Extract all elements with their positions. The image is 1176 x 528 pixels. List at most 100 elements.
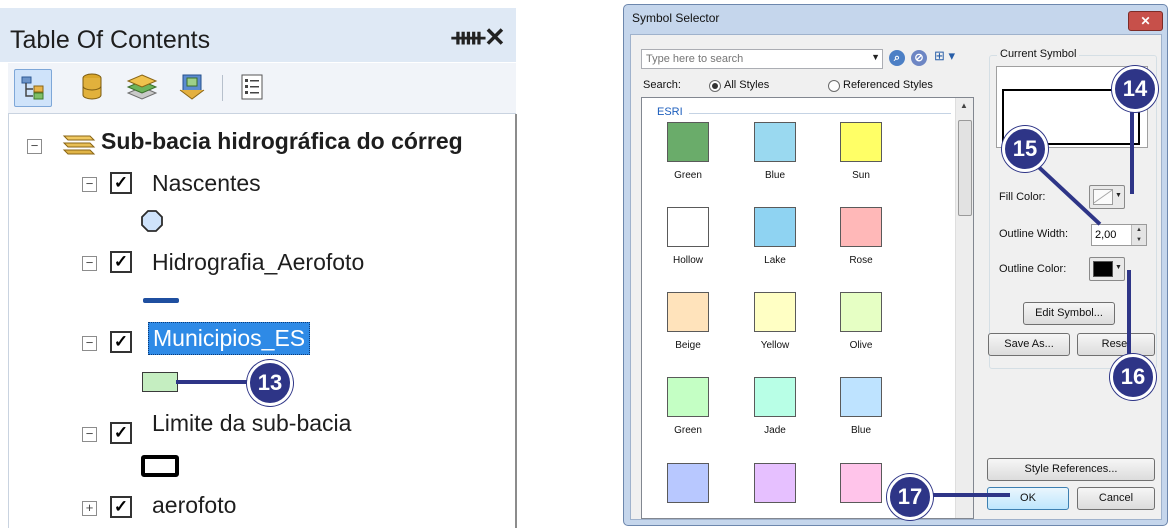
- radio-referenced-styles-label[interactable]: Referenced Styles: [843, 79, 933, 91]
- chevron-down-icon: ▼: [1115, 264, 1122, 271]
- fill-color-button[interactable]: ▼: [1089, 185, 1125, 209]
- symbol-swatch[interactable]: [840, 292, 882, 332]
- toolbar-separator: [222, 75, 223, 101]
- line-symbol-icon[interactable]: [143, 298, 179, 303]
- cancel-button[interactable]: Cancel: [1077, 487, 1155, 510]
- layer-visibility-checkbox[interactable]: ✓: [110, 422, 132, 444]
- symbol-swatch-label: Rose: [849, 255, 873, 266]
- search-input[interactable]: [642, 50, 864, 68]
- symbol-swatch-label: Green: [674, 425, 702, 436]
- list-by-drawing-order-icon[interactable]: [14, 69, 52, 107]
- outline-width-input[interactable]: [1092, 225, 1134, 245]
- layer-visibility-checkbox[interactable]: ✓: [110, 331, 132, 353]
- data-frame-collapse-button[interactable]: −: [27, 139, 42, 154]
- symbol-swatch-label: Hollow: [672, 255, 703, 266]
- style-references-button[interactable]: Style References...: [987, 458, 1155, 481]
- symbol-swatch[interactable]: [754, 207, 796, 247]
- radio-referenced-styles[interactable]: [828, 80, 840, 92]
- symbol-swatch[interactable]: [840, 377, 882, 417]
- list-by-source-icon[interactable]: [74, 69, 110, 105]
- polygon-outline-symbol-icon[interactable]: [141, 455, 179, 477]
- layer-expand-button[interactable]: +: [82, 501, 97, 516]
- scrollbar-thumb[interactable]: [958, 120, 972, 216]
- symbol-swatch[interactable]: [754, 377, 796, 417]
- symbol-swatch[interactable]: [840, 122, 882, 162]
- clear-search-icon[interactable]: ⊘: [911, 50, 927, 66]
- symbol-swatch-label: Sun: [852, 170, 870, 181]
- layer-visibility-checkbox[interactable]: ✓: [110, 172, 132, 194]
- dialog-close-button[interactable]: ✕: [1128, 11, 1163, 31]
- point-symbol-icon[interactable]: [141, 210, 163, 237]
- gallery-scrollbar[interactable]: ▲: [955, 98, 973, 518]
- callout-13: 13: [247, 360, 293, 406]
- search-icon[interactable]: ⌕: [889, 50, 905, 66]
- outline-width-label: Outline Width:: [999, 228, 1069, 240]
- symbol-swatch[interactable]: [667, 292, 709, 332]
- fill-color-label: Fill Color:: [999, 191, 1046, 203]
- layer-visibility-checkbox[interactable]: ✓: [110, 251, 132, 273]
- outline-color-swatch: [1093, 261, 1113, 277]
- ok-button[interactable]: OK: [987, 487, 1069, 510]
- reset-button[interactable]: Reset: [1077, 333, 1155, 356]
- callout-14: 14: [1112, 66, 1158, 112]
- symbol-swatch-label: Olive: [849, 340, 873, 351]
- radio-all-styles-label[interactable]: All Styles: [724, 79, 769, 91]
- save-as-button[interactable]: Save As...: [988, 333, 1070, 356]
- search-label: Search:: [643, 79, 681, 91]
- callout-15: 15: [1002, 126, 1048, 172]
- symbol-swatch[interactable]: [840, 463, 882, 503]
- symbol-swatch[interactable]: [840, 207, 882, 247]
- toc-title-bar: Table Of Contents ᚔ ✕: [0, 8, 516, 62]
- symbol-swatch[interactable]: [754, 463, 796, 503]
- edit-symbol-button[interactable]: Edit Symbol...: [1023, 302, 1115, 325]
- layer-visibility-checkbox[interactable]: ✓: [110, 496, 132, 518]
- outline-color-label: Outline Color:: [999, 263, 1067, 275]
- layer-name-nascentes[interactable]: Nascentes: [152, 170, 261, 197]
- outline-color-button[interactable]: ▼: [1089, 257, 1125, 281]
- pin-icon[interactable]: ᚔ: [452, 23, 485, 52]
- layer-collapse-button[interactable]: −: [82, 427, 97, 442]
- no-color-swatch-icon: [1093, 189, 1113, 205]
- gallery-group-divider: [689, 113, 951, 114]
- symbol-swatch[interactable]: [667, 463, 709, 503]
- symbol-swatch-label: Lake: [764, 255, 786, 266]
- symbol-swatch[interactable]: [667, 377, 709, 417]
- layer-collapse-button[interactable]: −: [82, 256, 97, 271]
- outline-width-spinner[interactable]: ▲ ▼: [1131, 225, 1146, 245]
- layers-stack-icon: [60, 128, 96, 163]
- polygon-fill-symbol-icon[interactable]: [142, 372, 178, 392]
- data-frame-label[interactable]: Sub-bacia hidrográfica do córreg: [101, 128, 509, 155]
- close-icon[interactable]: ✕: [484, 22, 506, 53]
- view-options-icon[interactable]: ⊞ ▾: [934, 48, 955, 64]
- layer-collapse-button[interactable]: −: [82, 177, 97, 192]
- callout-13-leader: [176, 380, 250, 384]
- gallery-group-label: ESRI: [657, 106, 683, 118]
- chevron-down-icon[interactable]: ▼: [871, 52, 880, 62]
- layer-name-limite[interactable]: Limite da sub-bacia: [152, 410, 351, 437]
- symbol-swatch[interactable]: [667, 207, 709, 247]
- symbol-swatch[interactable]: [667, 122, 709, 162]
- current-symbol-label: Current Symbol: [997, 48, 1080, 60]
- callout-16-leader: [1127, 270, 1131, 362]
- symbol-swatch-label: Green: [674, 170, 702, 181]
- list-by-visibility-icon[interactable]: [124, 69, 160, 105]
- layer-name-hidrografia[interactable]: Hidrografia_Aerofoto: [152, 249, 364, 276]
- list-by-selection-icon[interactable]: [174, 69, 210, 105]
- chevron-down-icon: ▼: [1115, 192, 1122, 199]
- scroll-up-icon[interactable]: ▲: [960, 101, 968, 110]
- layer-collapse-button[interactable]: −: [82, 336, 97, 351]
- symbol-swatch[interactable]: [754, 122, 796, 162]
- toc-toolbar: [8, 63, 516, 114]
- layer-name-aerofoto[interactable]: aerofoto: [152, 492, 236, 519]
- symbol-swatch[interactable]: [754, 292, 796, 332]
- options-icon[interactable]: [234, 69, 270, 105]
- radio-all-styles[interactable]: [709, 80, 721, 92]
- symbol-selector-dialog: Symbol Selector ✕ ▼ ⌕ ⊘ ⊞ ▾ Search: All …: [623, 4, 1168, 526]
- dialog-client-area: ▼ ⌕ ⊘ ⊞ ▾ Search: All Styles Referenced …: [630, 34, 1162, 520]
- symbol-gallery: ESRI Green Blue Sun Hollow Lake Rose Beige Yell…: [641, 97, 974, 519]
- layer-name-municipios[interactable]: Municipios_ES: [148, 322, 311, 355]
- symbol-swatch-label: Blue: [850, 425, 871, 436]
- callout-14-leader: [1130, 106, 1134, 194]
- symbol-swatch-label: Blue: [764, 170, 785, 181]
- symbol-swatch-label: Jade: [764, 425, 786, 436]
